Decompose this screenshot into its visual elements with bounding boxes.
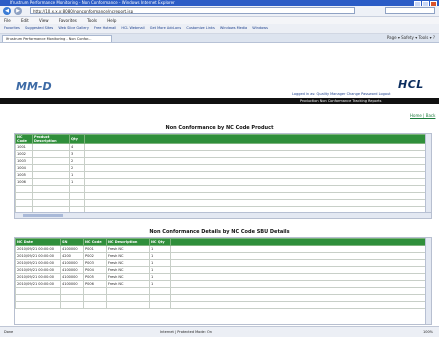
column-header: [84, 134, 426, 144]
app-logo: MM-D: [16, 80, 52, 93]
favorites-item[interactable]: Windows: [252, 26, 268, 30]
horizontal-scrollbar[interactable]: [15, 212, 431, 218]
menu-edit[interactable]: Edit: [21, 18, 29, 23]
scrollbar-thumb[interactable]: [23, 214, 63, 217]
table-row: [15, 199, 426, 207]
nc-product-table: NC Code Product Description Qty 1001 4 10…: [15, 134, 426, 214]
table-row: [15, 287, 426, 295]
table-row[interactable]: 2010/09/21 00:00:00 4100000 P006 Fresh NC 1: [15, 280, 426, 288]
table-row[interactable]: 1002 3: [15, 150, 426, 158]
nc-product-panel: NC Code Product Description Qty 1001 4 10…: [14, 133, 432, 219]
menu-favorites[interactable]: Favorites: [59, 18, 77, 23]
menu-file[interactable]: File: [4, 18, 11, 23]
column-header: NC Code: [83, 238, 107, 246]
favorites-item[interactable]: Get More Add-ons: [150, 26, 181, 30]
tab-bar: Ifrustrum Performance Monitoring - Non C…: [0, 34, 439, 43]
column-header: SN: [60, 238, 84, 246]
table-row[interactable]: 1003 2: [15, 157, 426, 165]
table-row[interactable]: 2010/09/21 00:00:00 4100000 P005 Fresh NC 1: [15, 273, 426, 281]
navigation-bar: ◀ ▶ http://10.x.x.x:8080/nonconformance/…: [0, 6, 439, 17]
favorites-item[interactable]: HCL Webmail: [121, 26, 144, 30]
column-header: [170, 238, 426, 246]
window-title: Ifrustrum Performance Monitoring - Non C…: [10, 0, 175, 5]
table-row[interactable]: 2010/09/21 00:00:00 4200 P002 Fresh NC 1: [15, 252, 426, 260]
column-header: NC Date: [15, 238, 61, 246]
column-header: NC Code: [15, 134, 33, 144]
vertical-scrollbar[interactable]: [425, 238, 431, 324]
forward-arrow-icon[interactable]: ▶: [14, 7, 22, 15]
column-header: NC Qty: [149, 238, 171, 246]
home-back-link[interactable]: Home | Back: [410, 113, 435, 118]
column-header: Qty: [69, 134, 85, 144]
table-row: [15, 185, 426, 193]
table-row: [15, 294, 426, 302]
favorites-item[interactable]: Windows Media: [220, 26, 247, 30]
favorites-item[interactable]: Suggested Sites: [25, 26, 53, 30]
top-navigation: Production Non Conformance Tracking Repo…: [0, 98, 439, 104]
top-navigation-links[interactable]: Production Non Conformance Tracking Repo…: [300, 98, 381, 104]
user-info[interactable]: Logged in as: Quality Manager Change Pas…: [292, 92, 391, 96]
menu-bar: File Edit View Favorites Tools Help: [0, 17, 439, 24]
table-row[interactable]: 1006 1: [15, 178, 426, 186]
address-bar[interactable]: http://10.x.x.x:8080/nonconformance/ncre…: [30, 7, 355, 14]
nc-details-panel: NC Date SN NC Code NC Description NC Qty…: [14, 237, 432, 325]
table-row: [15, 192, 426, 200]
vertical-scrollbar[interactable]: [425, 134, 431, 218]
favorites-item[interactable]: Favorites: [4, 26, 20, 30]
table-row[interactable]: 2010/09/21 00:00:00 4100000 P003 Fresh NC 1: [15, 259, 426, 267]
company-logo: HCL: [398, 78, 424, 91]
search-input[interactable]: [385, 7, 435, 14]
column-header: Product Description: [32, 134, 70, 144]
table-row[interactable]: 1005 1: [15, 171, 426, 179]
favorites-item[interactable]: Web Slice Gallery: [58, 26, 89, 30]
browser-tab[interactable]: Ifrustrum Performance Monitoring - Non C…: [2, 35, 112, 42]
table-row[interactable]: 2010/09/21 00:00:00 4100000 P001 Fresh NC 1: [15, 245, 426, 253]
favorites-item[interactable]: Customize Links: [186, 26, 214, 30]
nc-details-table: NC Date SN NC Code NC Description NC Qty…: [15, 238, 426, 309]
table-row[interactable]: 2010/09/21 00:00:00 4100000 P004 Fresh NC 1: [15, 266, 426, 274]
section2-title: Non Conformance Details by NC Code SBU D…: [149, 229, 290, 235]
section1-title: Non Conformance by NC Code Product: [165, 125, 274, 131]
menu-help[interactable]: Help: [107, 18, 116, 23]
column-header: NC Description: [106, 238, 150, 246]
status-bar: Done Internet | Protected Mode: On 100%: [0, 326, 439, 337]
table-row[interactable]: 1004 2: [15, 164, 426, 172]
menu-view[interactable]: View: [39, 18, 49, 23]
table-row: [15, 301, 426, 309]
favorites-item[interactable]: Free Hotmail: [94, 26, 116, 30]
back-arrow-icon[interactable]: ◀: [3, 7, 11, 15]
table-row[interactable]: 1001 4: [15, 143, 426, 151]
menu-tools[interactable]: Tools: [87, 18, 97, 23]
favorites-bar: Favorites Suggested Sites Web Slice Gall…: [0, 24, 439, 34]
command-bar[interactable]: Page ▾ Safety ▾ Tools ▾ ?: [387, 35, 435, 40]
